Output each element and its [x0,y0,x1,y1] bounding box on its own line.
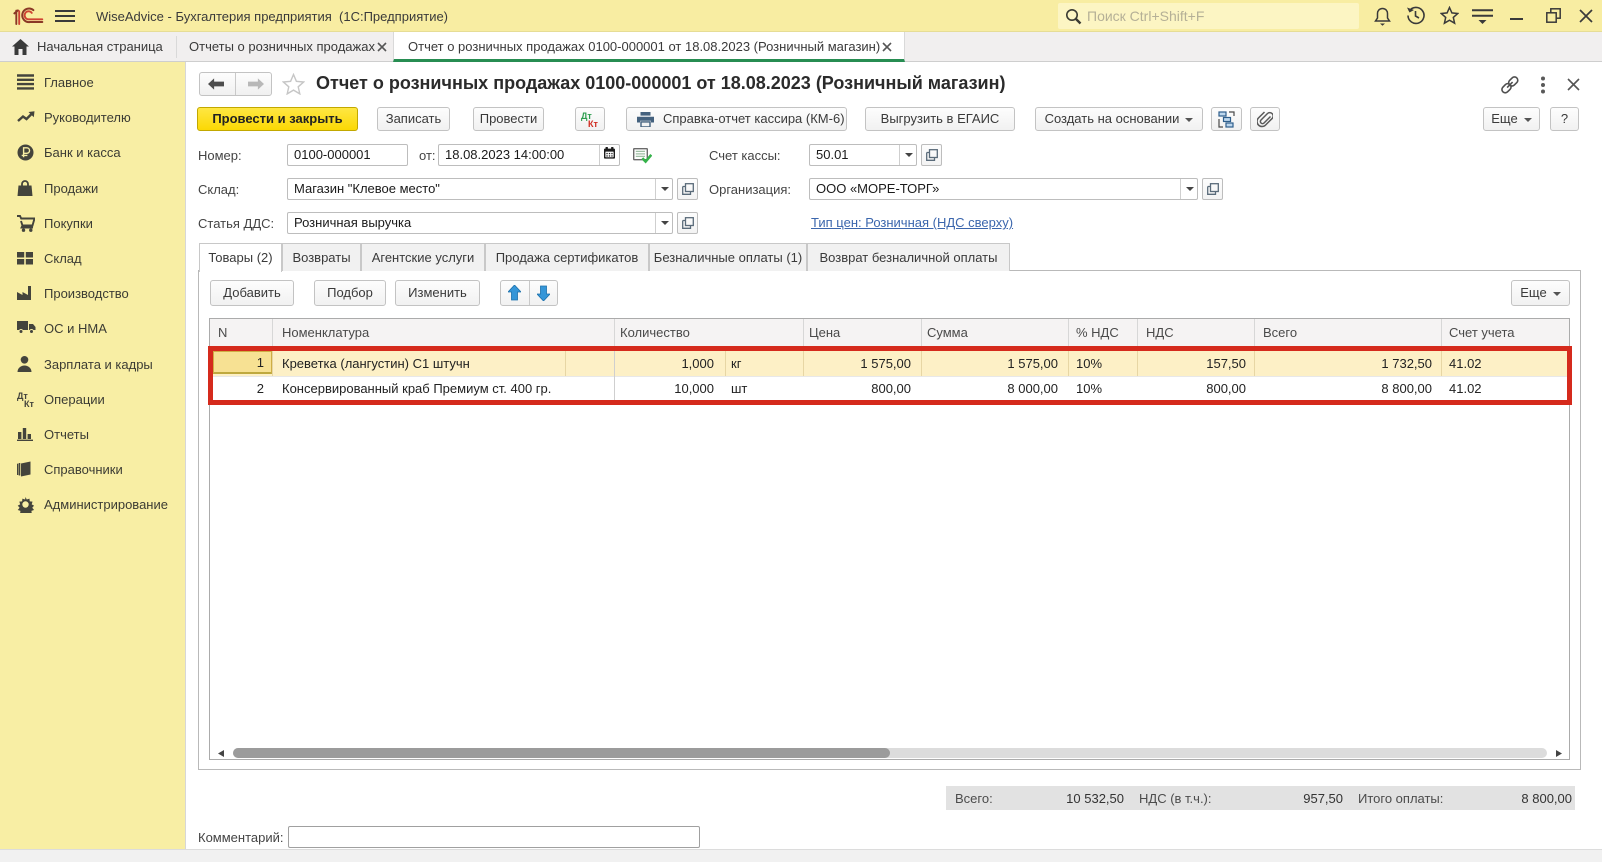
svg-text:Кт: Кт [24,399,34,408]
